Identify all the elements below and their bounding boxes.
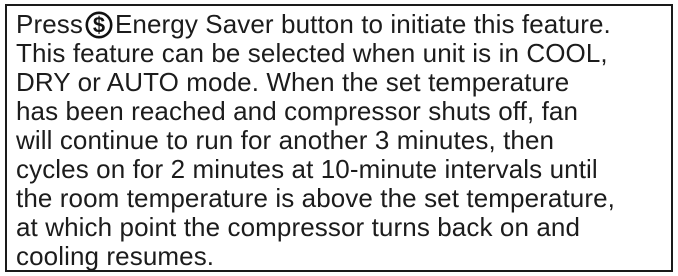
instruction-line-5: will continue to run for another 3 minut… — [16, 125, 555, 155]
instruction-line-7: the room temperature is above the set te… — [16, 183, 615, 213]
instruction-line-1: Press $ Energy Saver button to initiate … — [16, 10, 663, 39]
instruction-line-4: has been reached and compressor shuts of… — [16, 96, 579, 126]
instruction-line-2: This feature can be selected when unit i… — [16, 38, 608, 68]
energy-saver-instruction-box: Press $ Energy Saver button to initiate … — [5, 4, 673, 272]
instruction-line-8: at which point the compressor turns back… — [16, 212, 581, 242]
instruction-line-3: DRY or AUTO mode. When the set temperatu… — [16, 67, 570, 97]
energy-saver-button-text: Energy Saver button to initiate this fea… — [114, 9, 611, 39]
press-text: Press — [16, 9, 83, 39]
dollar-sign-glyph: $ — [93, 13, 105, 38]
instruction-line-6: cycles on for 2 minutes at 10-minute int… — [16, 154, 598, 184]
instruction-line-9: cooling resumes. — [16, 241, 215, 271]
dollar-sign-icon: $ — [84, 11, 114, 39]
